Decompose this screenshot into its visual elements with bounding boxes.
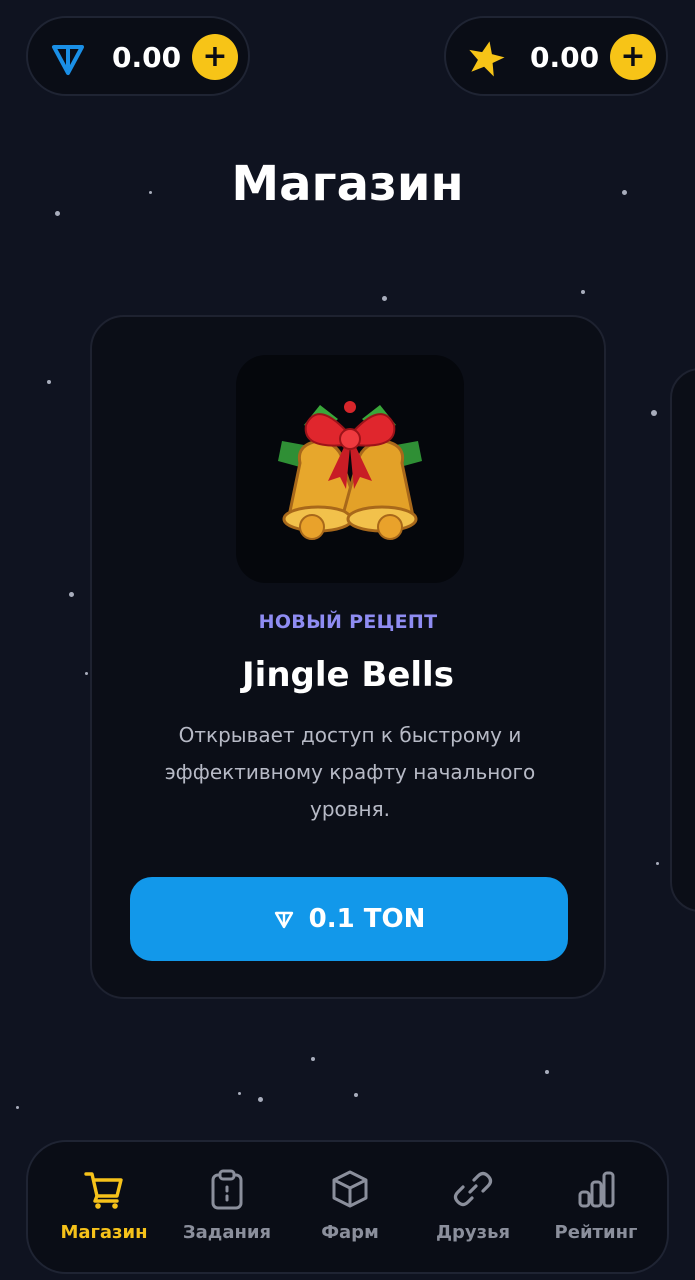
next-product-card[interactable] (670, 368, 695, 912)
background-star (16, 1106, 19, 1109)
nav-item-farm[interactable]: Фарм (288, 1168, 412, 1258)
stars-balance-amount: 0.00 (530, 41, 600, 74)
background-star (545, 1070, 549, 1074)
bottom-nav: Магазин Задания Фарм Друзья Рейтинг (26, 1140, 669, 1274)
ton-icon (274, 911, 293, 929)
nav-item-tasks[interactable]: Задания (165, 1168, 289, 1258)
ton-balance-amount: 0.00 (112, 41, 182, 74)
background-star (382, 296, 387, 301)
nav-label-tasks: Задания (182, 1222, 272, 1243)
stars-balance-pill[interactable]: 0.00 + (444, 16, 668, 96)
product-card: НОВЫЙ РЕЦЕПТ Jingle Bells Открывает дост… (90, 315, 606, 999)
nav-item-shop[interactable]: Магазин (42, 1168, 166, 1258)
product-description: Открывает доступ к быстрому и эффективно… (164, 723, 536, 821)
shop-screen: 0.00 + 0.00 + Магазин НОВЫЙ РЕЦЕПТ Jingl… (0, 0, 695, 1280)
background-star (47, 380, 51, 384)
background-star (258, 1097, 263, 1102)
nav-label-shop: Магазин (60, 1222, 148, 1243)
nav-label-rating: Рейтинг (554, 1222, 638, 1243)
ton-balance-pill[interactable]: 0.00 + (26, 16, 250, 96)
buy-button[interactable]: 0.1 TON (130, 877, 568, 961)
nav-item-friends[interactable]: Друзья (411, 1168, 535, 1258)
cart-icon (84, 1172, 123, 1209)
product-name: Jingle Bells (242, 655, 454, 695)
background-star (69, 592, 74, 597)
background-star (581, 290, 585, 294)
nav-item-rating[interactable]: Рейтинг (534, 1168, 658, 1258)
clipboard-icon (211, 1169, 243, 1210)
ton-icon (48, 38, 88, 78)
background-star (656, 862, 659, 865)
jingle-bells-image (278, 401, 422, 540)
background-star (85, 672, 88, 675)
background-star (238, 1092, 241, 1095)
cube-icon (332, 1170, 368, 1208)
buy-price: 0.1 TON (308, 904, 426, 934)
bar-chart-icon (578, 1171, 615, 1208)
product-image-frame (236, 355, 464, 583)
product-tag: НОВЫЙ РЕЦЕПТ (258, 611, 438, 633)
link-icon (453, 1171, 493, 1207)
page-title: Магазин (231, 156, 464, 212)
background-star (354, 1093, 358, 1097)
nav-label-farm: Фарм (321, 1222, 379, 1243)
add-ton-button[interactable]: + (192, 34, 238, 80)
background-star (311, 1057, 315, 1061)
nav-label-friends: Друзья (435, 1222, 511, 1243)
star-icon (466, 38, 506, 78)
background-star (651, 410, 657, 416)
add-stars-button[interactable]: + (610, 34, 656, 80)
